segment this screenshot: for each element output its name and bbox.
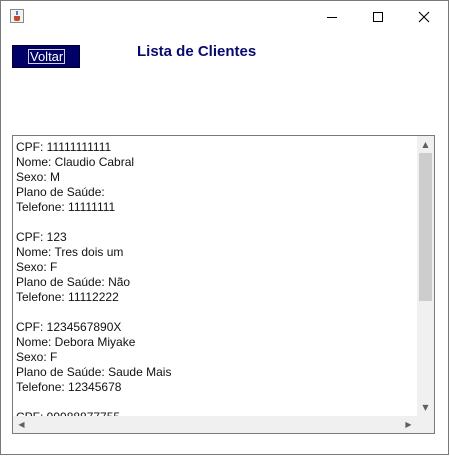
page-title: Lista de Clientes bbox=[137, 43, 257, 60]
maximize-icon bbox=[373, 12, 383, 22]
minimize-button[interactable] bbox=[309, 1, 355, 33]
close-icon bbox=[418, 11, 430, 23]
chevron-down-icon[interactable]: ▼ bbox=[417, 399, 434, 416]
client-list-scrollpane[interactable]: CPF: 11111111111 Nome: Claudio Cabral Se… bbox=[12, 135, 435, 434]
voltar-button[interactable]: Voltar bbox=[12, 45, 80, 68]
title-bar[interactable] bbox=[1, 1, 448, 33]
minimize-icon bbox=[327, 17, 337, 18]
chevron-left-icon[interactable]: ◀ bbox=[13, 416, 30, 433]
vertical-scrollbar[interactable]: ▲ ▼ bbox=[417, 136, 434, 416]
chevron-right-icon[interactable]: ▶ bbox=[400, 416, 417, 433]
app-window: Voltar Lista de Clientes CPF: 1111111111… bbox=[0, 0, 449, 455]
chevron-up-icon[interactable]: ▲ bbox=[417, 136, 434, 153]
scroll-corner bbox=[417, 416, 434, 433]
horizontal-scrollbar[interactable]: ◀ ▶ bbox=[13, 416, 417, 433]
client-list-textarea[interactable]: CPF: 11111111111 Nome: Claudio Cabral Se… bbox=[13, 136, 417, 416]
maximize-button[interactable] bbox=[355, 1, 401, 33]
vertical-scroll-thumb[interactable] bbox=[419, 153, 432, 301]
java-icon bbox=[10, 9, 24, 23]
voltar-button-label: Voltar bbox=[27, 49, 66, 64]
close-button[interactable] bbox=[401, 1, 447, 33]
